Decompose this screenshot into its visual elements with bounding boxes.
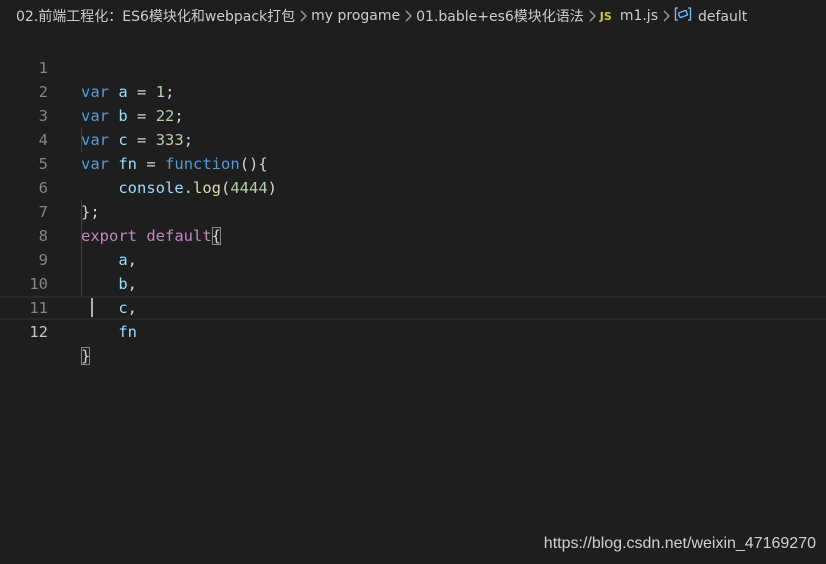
text-cursor — [91, 298, 93, 317]
code-line[interactable]: 9 b, — [0, 224, 826, 293]
watermark: https://blog.csdn.net/weixin_47169270 — [543, 535, 816, 552]
code-line[interactable]: 6 }; — [0, 152, 826, 221]
code-line[interactable]: 10 c, — [0, 248, 826, 317]
breadcrumb-folder-root[interactable]: 02.前端工程化：ES6模块化和webpack打包 — [16, 6, 295, 26]
breadcrumb-file-name: m1.js — [619, 8, 658, 24]
code-line[interactable]: 8 a, — [0, 200, 826, 269]
code-line[interactable]: 2 var b = 22; — [0, 56, 826, 125]
breadcrumb: 02.前端工程化：ES6模块化和webpack打包 my progame 01.… — [0, 0, 826, 32]
chevron-right-icon — [404, 10, 413, 22]
breadcrumb-folder-module[interactable]: 01.bable+es6模块化语法 — [416, 6, 584, 26]
breadcrumb-folder-project[interactable]: my progame — [311, 8, 400, 24]
chevron-right-icon — [662, 10, 670, 22]
code-text: fn — [81, 320, 137, 344]
code-line[interactable]: 11 fn — [0, 272, 826, 341]
javascript-file-icon: JS — [599, 10, 612, 23]
identifier-token: fn — [118, 323, 137, 341]
code-line[interactable]: 5 console.log(4444) — [0, 128, 826, 197]
code-text: } — [81, 344, 91, 368]
code-line[interactable]: 1 var a = 1; — [0, 32, 826, 101]
breadcrumb-symbol[interactable]: default — [674, 7, 747, 25]
code-line[interactable]: 4 var fn = function(){ — [0, 104, 826, 173]
symbol-variable-icon — [674, 7, 692, 21]
breadcrumb-file[interactable]: JS m1.js — [600, 8, 658, 24]
line-number: 12 — [29, 323, 48, 341]
chevron-right-icon — [588, 10, 596, 22]
code-line[interactable]: 3 var c = 333; — [0, 80, 826, 149]
breadcrumb-symbol-name: default — [698, 9, 748, 25]
code-line-current[interactable]: 12 } — [0, 296, 826, 365]
chevron-right-icon — [299, 10, 308, 22]
code-line[interactable]: 7 export default{ — [0, 176, 826, 245]
code-editor[interactable]: 1 var a = 1; 2 var b = 22; 3 var c = 333… — [0, 32, 826, 564]
matching-bracket-close: } — [81, 347, 91, 365]
